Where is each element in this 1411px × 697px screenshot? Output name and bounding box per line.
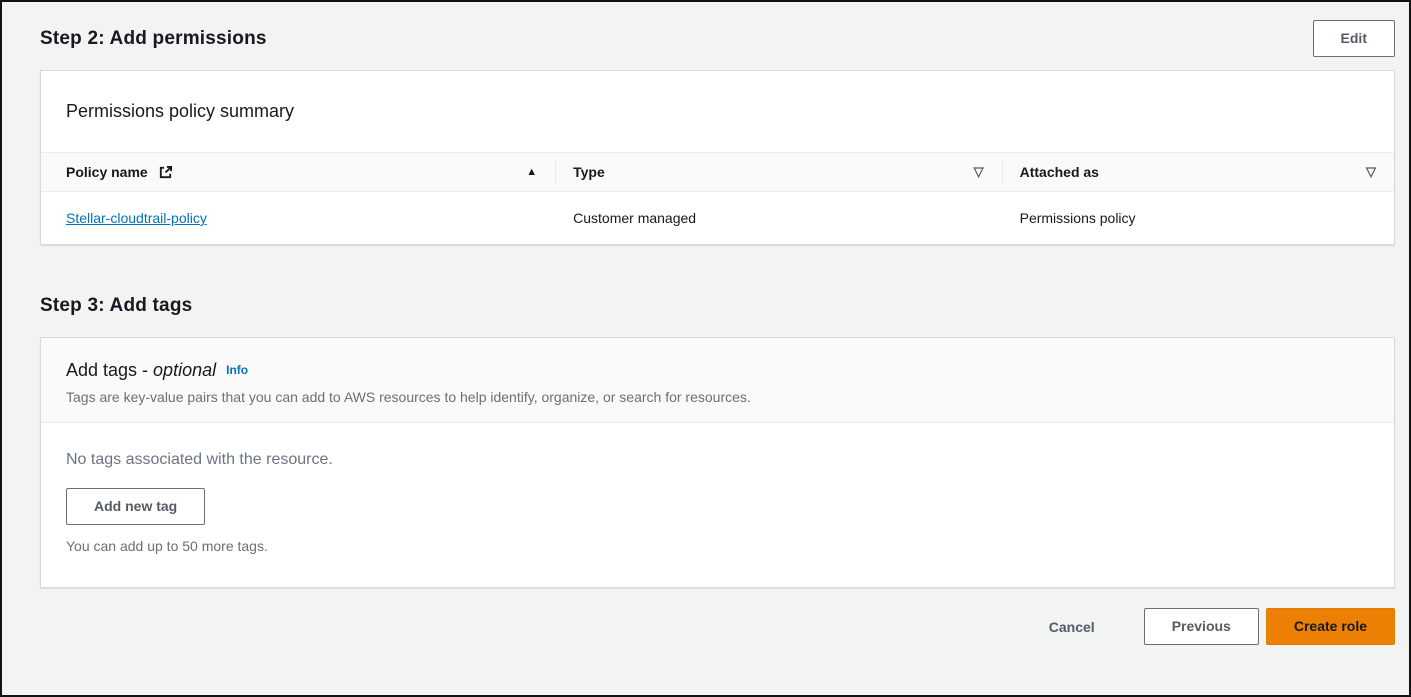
panel-title: Permissions policy summary <box>66 101 1374 122</box>
column-label: Attached as <box>1020 164 1099 180</box>
add-tags-panel-header: Add tags - optional Info Tags are key-val… <box>41 338 1394 423</box>
no-tags-message: No tags associated with the resource. <box>66 451 1369 469</box>
cancel-button[interactable]: Cancel <box>1049 619 1095 635</box>
add-tags-panel: Add tags - optional Info Tags are key-val… <box>40 337 1395 588</box>
policy-name-link[interactable]: Stellar-cloudtrail-policy <box>66 210 207 226</box>
sort-icon: ▽ <box>974 164 984 180</box>
content-area: Step 2: Add permissions Edit Permissions… <box>2 2 1409 659</box>
step3-title: Step 3: Add tags <box>40 295 192 317</box>
tags-remaining-hint: You can add up to 50 more tags. <box>66 538 1369 554</box>
column-header-type[interactable]: Type ▽ <box>555 153 1001 191</box>
review-page: Step 2: Add permissions Edit Permissions… <box>0 0 1411 697</box>
step2-title: Step 2: Add permissions <box>40 28 267 50</box>
add-tags-description: Tags are key-value pairs that you can ad… <box>66 389 1369 405</box>
sort-icon: ▽ <box>1366 164 1376 180</box>
column-header-policy-name[interactable]: Policy name ▲ <box>41 153 555 191</box>
sort-ascending-icon: ▲ <box>526 166 537 178</box>
footer-actions: Cancel Previous Create role <box>40 608 1395 659</box>
permissions-policy-summary-panel: Permissions policy summary Policy name <box>40 70 1395 245</box>
policy-table-header: Policy name ▲ Type <box>41 152 1394 192</box>
create-role-button[interactable]: Create role <box>1266 608 1395 645</box>
cell-policy-name: Stellar-cloudtrail-policy <box>41 192 555 244</box>
add-tags-title-optional: optional <box>153 360 216 380</box>
panel-header: Permissions policy summary <box>41 71 1394 152</box>
policy-table: Policy name ▲ Type <box>41 152 1394 244</box>
step2-header-row: Step 2: Add permissions Edit <box>40 20 1395 57</box>
info-link[interactable]: Info <box>226 363 248 377</box>
step3-header-row: Step 3: Add tags <box>40 295 1395 317</box>
table-row: Stellar-cloudtrail-policy Customer manag… <box>41 192 1394 244</box>
policy-name-header-label-wrap: Policy name <box>66 164 173 180</box>
external-link-icon <box>158 165 173 180</box>
add-new-tag-button[interactable]: Add new tag <box>66 488 205 525</box>
column-header-attached-as[interactable]: Attached as ▽ <box>1002 153 1394 191</box>
cell-attached-as: Permissions policy <box>1002 192 1394 244</box>
add-tags-title: Add tags - optional Info <box>66 360 1369 381</box>
add-tags-panel-body: No tags associated with the resource. Ad… <box>41 423 1394 587</box>
edit-button[interactable]: Edit <box>1313 20 1395 57</box>
add-tags-title-main: Add tags - <box>66 360 153 380</box>
cell-type: Customer managed <box>555 192 1001 244</box>
previous-button[interactable]: Previous <box>1144 608 1259 645</box>
column-label: Policy name <box>66 164 148 180</box>
column-label: Type <box>573 164 605 180</box>
